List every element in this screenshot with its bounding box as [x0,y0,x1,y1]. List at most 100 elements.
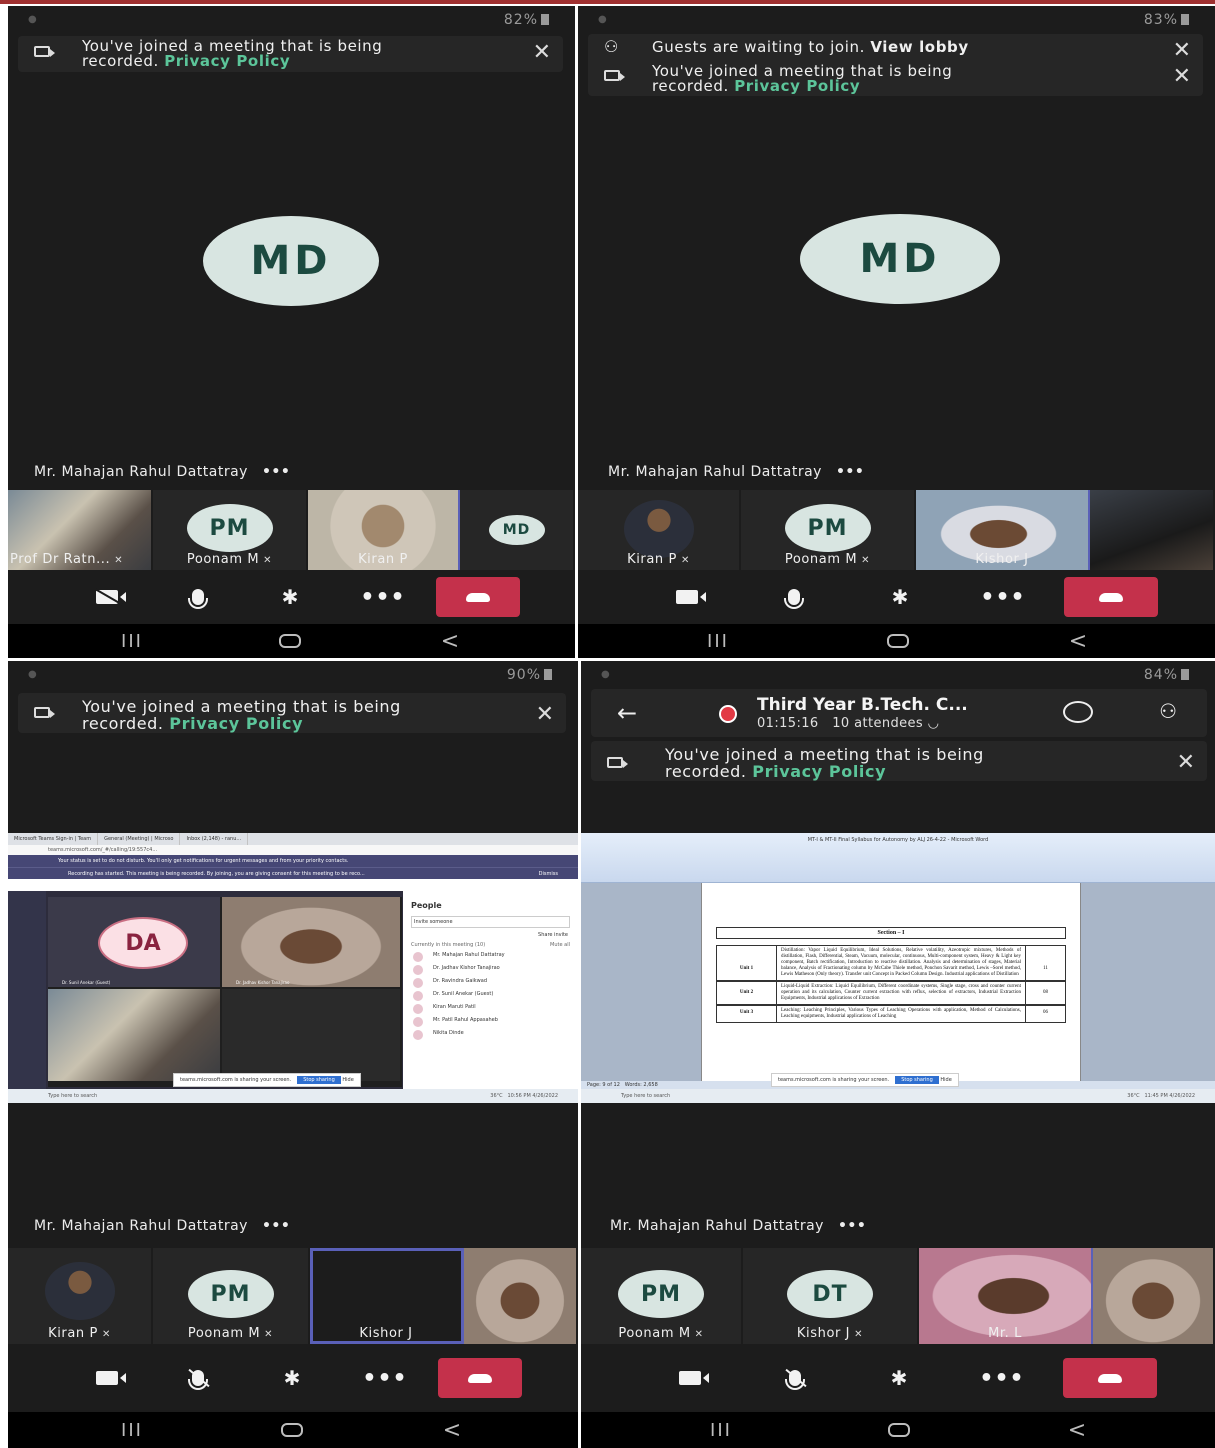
camera-toggle-button[interactable] [664,574,710,620]
syllabus-unit-row: Unit 3 Leaching: Leaching Principles, Va… [716,1005,1066,1023]
participant-tile-speaking[interactable]: Kishor J [916,490,1090,570]
privacy-policy-link[interactable]: Privacy Policy [164,52,290,70]
speaker-more-options-button[interactable]: ••• [262,464,290,480]
back-button[interactable]: < [430,624,470,658]
mic-toggle-button[interactable] [775,1355,815,1401]
recent-apps-button[interactable]: III [701,1412,741,1448]
bluetooth-audio-button[interactable]: ✱ [272,1355,312,1401]
android-nav-bar: III < [8,624,575,658]
participant-tile[interactable] [464,1248,578,1344]
more-actions-button[interactable]: ••• [980,574,1026,620]
mic-toggle-button[interactable] [178,1355,218,1401]
more-actions-button[interactable]: ••• [362,1355,408,1401]
teams-recording-bar: Recording has started. This meeting is b… [8,867,578,879]
participant-tile[interactable]: Prof Dr Ratn... ✕ [8,490,153,570]
participant-tile[interactable]: PM Poonam M ✕ [581,1248,743,1344]
camera-icon [607,753,629,771]
meeting-duration: 01:15:16 [757,716,819,731]
mic-toggle-button[interactable] [774,574,814,620]
word-ribbon: MT-I & MT-II Final Syllabus for Autonomy… [581,833,1215,883]
hang-up-button[interactable] [1064,577,1158,617]
recording-message: You've joined a meeting that is being re… [665,746,984,780]
participant-tile[interactable]: PM Poonam M ✕ [741,490,916,570]
bluetooth-audio-button[interactable]: ✱ [880,574,920,620]
speaker-more-options-button[interactable]: ••• [836,464,864,480]
recent-apps-button[interactable]: III [112,624,152,658]
hang-up-button[interactable] [436,577,520,617]
home-button[interactable] [879,1412,919,1448]
teams-stage: DA Dr. Sunil Anekar (Guest) Dr. Jadhav K… [48,897,402,1087]
speaker-more-options-button[interactable]: ••• [838,1218,866,1234]
guests-icon: ⚇ [604,37,619,56]
speaker-name: Mr. Mahajan Rahul Dattatray [608,464,822,480]
sharing-text: teams.microsoft.com is sharing your scre… [180,1077,292,1083]
home-button[interactable] [272,1412,312,1448]
windows-taskbar: Type here to search 36°C 10:56 PM 4/26/20… [8,1089,578,1103]
participant-tile[interactable]: Kiran P ✕ [8,1248,153,1344]
camera-toggle-button[interactable] [84,1355,130,1401]
more-actions-button[interactable]: ••• [360,574,406,620]
bluetooth-audio-button[interactable]: ✱ [270,574,310,620]
mic-icon [784,589,804,609]
hang-up-icon [466,592,490,602]
word-page-info: Page: 9 of 12 [587,1082,620,1088]
camera-icon [604,66,626,84]
stage-avatar: DA [98,917,188,969]
view-lobby-link[interactable]: View lobby [870,38,968,56]
hang-up-button[interactable] [1063,1358,1157,1398]
mute-all: Mute all [550,942,570,948]
privacy-policy-link[interactable]: Privacy Policy [752,762,886,781]
shared-screen-word: MT-I & MT-II Final Syllabus for Autonomy… [581,833,1215,1103]
participant-tile[interactable] [1093,1248,1215,1344]
back-button[interactable]: < [1058,624,1098,658]
back-button[interactable]: < [432,1412,472,1448]
recent-apps-button[interactable]: III [112,1412,152,1448]
participant-video [1093,1248,1213,1344]
hang-up-button[interactable] [438,1358,522,1398]
privacy-policy-link[interactable]: Privacy Policy [734,77,860,95]
camera-icon [96,1371,126,1385]
recent-apps-button[interactable]: III [698,624,738,658]
battery-status: 82% [504,12,549,28]
taskbar-clock: 10:56 PM [507,1093,531,1099]
camera-icon [34,703,56,721]
participant-avatar: DT [787,1270,873,1318]
close-banner-button[interactable]: ✕ [536,702,554,727]
camera-toggle-button[interactable] [84,574,130,620]
participant-tile[interactable]: Kiran P ✕ [578,490,741,570]
close-banner-button[interactable]: ✕ [533,40,551,65]
battery-status: 90% [507,667,552,683]
active-speaker-label: Mr. Mahajan Rahul Dattatray ••• [34,1218,290,1234]
participant-tile-speaking[interactable]: Kiran P [308,490,460,570]
recording-banner: You've joined a meeting that is being re… [591,741,1207,781]
chat-icon[interactable] [1063,701,1093,723]
participant-name: Kishor J [975,552,1029,567]
participant-tile[interactable]: DT Kishor J ✕ [743,1248,919,1344]
speaker-more-options-button[interactable]: ••• [262,1218,290,1234]
participant-tile-speaking[interactable]: Mr. L [919,1248,1093,1344]
back-button[interactable]: < [1057,1412,1097,1448]
close-banner-button[interactable]: ✕ [1173,64,1191,89]
recording-message: You've joined a meeting that is being re… [652,64,952,94]
privacy-policy-link[interactable]: Privacy Policy [169,714,303,733]
back-arrow-button[interactable]: ← [617,699,637,727]
participant-tile[interactable]: PM Poonam M ✕ [153,490,308,570]
participant-tile-speaking[interactable]: Kishor J [310,1248,464,1344]
taskbar-search: Type here to search [48,1093,98,1099]
participants-icon[interactable]: ⚇ [1159,699,1177,723]
bluetooth-audio-button[interactable]: ✱ [879,1355,919,1401]
camera-toggle-button[interactable] [667,1355,713,1401]
participant-tile[interactable]: MD [460,490,575,570]
participant-tile[interactable]: PM Poonam M ✕ [153,1248,310,1344]
home-button[interactable] [878,624,918,658]
home-button[interactable] [270,624,310,658]
speaker-name: Mr. Mahajan Rahul Dattatray [610,1218,824,1234]
more-actions-button[interactable]: ••• [979,1355,1025,1401]
stage-tile: DA Dr. Sunil Anekar (Guest) [48,897,220,987]
participant-tile[interactable] [1090,490,1215,570]
recording-text-line2: recorded. [665,762,747,781]
attendee-count: 10 attendees [832,716,924,731]
close-banner-button[interactable]: ✕ [1177,750,1195,775]
unit-hours: 08 [1025,982,1065,1004]
mic-toggle-button[interactable] [178,574,218,620]
